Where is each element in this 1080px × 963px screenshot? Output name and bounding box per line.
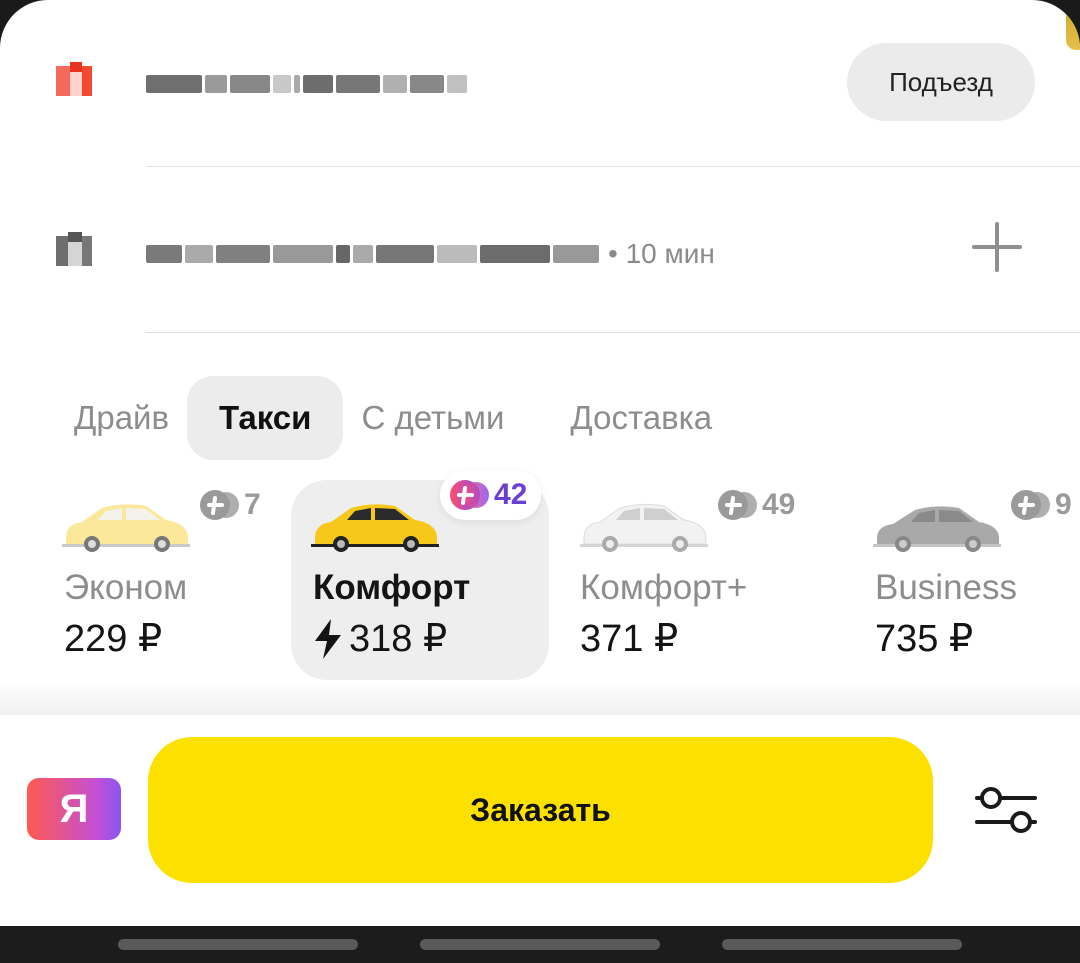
system-nav-bar: [0, 926, 1080, 963]
tab-drive[interactable]: Драйв: [56, 376, 187, 460]
tariff-card-business[interactable]: 9 Business 735 ₽: [855, 480, 1080, 680]
from-pin-icon: [56, 62, 92, 98]
eta-label: • 10 мин: [608, 238, 715, 269]
order-button[interactable]: Заказать: [148, 737, 933, 883]
from-address-row[interactable]: Подъезд: [0, 40, 1080, 126]
surge-bolt-icon: [315, 618, 341, 659]
nav-gesture-pill[interactable]: [722, 939, 962, 950]
plus-cashback-badge: 9: [1011, 480, 1072, 530]
bottom-action-bar: Я Заказать: [0, 715, 1080, 926]
tariff-price: 318 ₽: [349, 618, 448, 660]
plus-points: 9: [1055, 488, 1072, 521]
add-stop-icon[interactable]: [972, 222, 1022, 272]
divider: [146, 332, 1080, 333]
nav-gesture-pill[interactable]: [420, 939, 660, 950]
car-econom-icon: [62, 504, 190, 552]
plus-cashback-badge: 49: [718, 480, 795, 530]
tariff-price: 229 ₽: [64, 618, 163, 660]
tariff-card-econom[interactable]: 7 Эконом 229 ₽: [40, 480, 300, 680]
plus-icon: [1011, 490, 1050, 520]
plus-points: 7: [244, 488, 261, 521]
tab-with-kids[interactable]: С детьми: [343, 376, 522, 460]
route-sheet: Подъезд • 10 мин Драйв Такси С детьми До…: [0, 0, 1080, 926]
tariff-price-row: 318 ₽: [313, 616, 447, 661]
tariff-price: 735 ₽: [875, 618, 974, 660]
tariff-name: Business: [875, 568, 1018, 607]
car-comfort-icon: [311, 504, 439, 552]
plus-cashback-badge-highlighted: 42: [440, 470, 542, 520]
tariff-price: 371 ₽: [580, 618, 679, 660]
service-tabs: Драйв Такси С детьми Доставка: [56, 376, 730, 460]
tariff-name: Комфорт+: [580, 568, 748, 607]
tariff-list: 7 Эконом 229 ₽ Комфорт 318 ₽ 42 49 Комфо…: [0, 470, 1080, 685]
plus-points: 42: [494, 478, 528, 511]
to-address-row[interactable]: • 10 мин: [0, 206, 1080, 302]
plus-points: 49: [762, 488, 796, 521]
entrance-button[interactable]: Подъезд: [847, 43, 1035, 121]
nav-gesture-pill[interactable]: [118, 939, 358, 950]
tariff-name: Комфорт: [313, 568, 471, 607]
plus-icon: [450, 480, 489, 510]
yandex-logo-button[interactable]: Я: [27, 778, 121, 840]
sheet-shadow: [0, 680, 1080, 716]
to-address-text: • 10 мин: [146, 237, 715, 271]
tariff-name: Эконом: [64, 568, 188, 607]
car-comfort-plus-icon: [580, 503, 708, 552]
from-address-text: [146, 67, 467, 101]
plus-icon: [718, 490, 757, 520]
tariff-card-comfort-plus[interactable]: 49 Комфорт+ 371 ₽: [560, 480, 820, 680]
to-pin-icon: [56, 232, 92, 268]
plus-icon: [200, 490, 239, 520]
sliders-icon[interactable]: [975, 785, 1037, 835]
car-business-icon: [873, 506, 1001, 552]
tab-taxi[interactable]: Такси: [187, 376, 344, 460]
tab-delivery[interactable]: Доставка: [552, 376, 730, 460]
plus-cashback-badge: 7: [200, 480, 261, 530]
divider: [146, 166, 1080, 167]
